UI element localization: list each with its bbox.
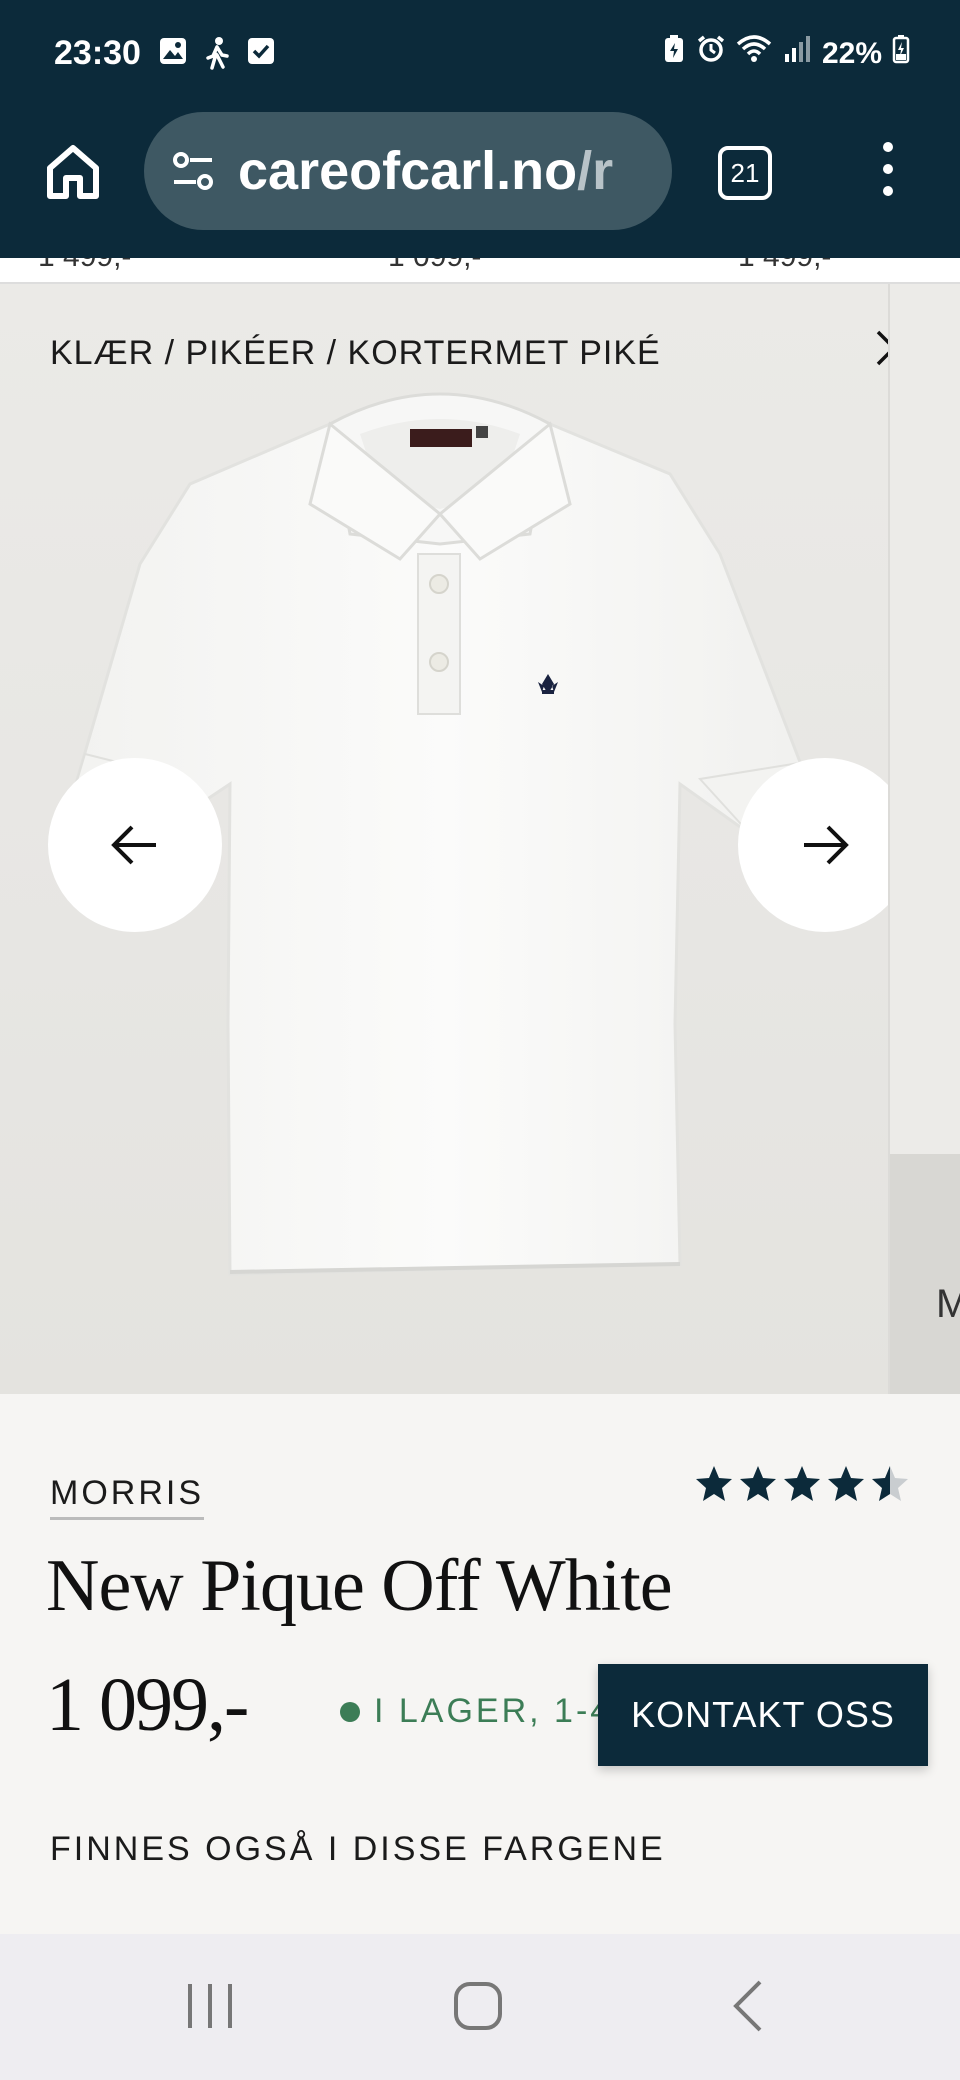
url-path: /r (577, 141, 614, 201)
star-icon (696, 1466, 732, 1501)
home-icon (47, 145, 99, 199)
alarm-icon (696, 34, 726, 73)
image-icon (158, 36, 188, 79)
walking-icon (202, 36, 232, 79)
next-image-button[interactable] (738, 758, 912, 932)
previous-row-prices: 1 499,- 1 099,- 1 499,- (0, 258, 960, 284)
other-colors-heading: FINNES OGSÅ I DISSE FARGENE (50, 1830, 666, 1868)
peek-text: M (936, 1282, 960, 1326)
product-price: 1 099,- (46, 1663, 249, 1747)
url-text: careofcarl.no/r (238, 140, 613, 202)
battery-percent: 22% (821, 36, 882, 70)
battery-icon (892, 34, 910, 73)
product-info: MORRIS New Pique Off White 1 099,- I LAG… (0, 1394, 960, 1934)
contact-us-button[interactable]: KONTAKT OSS (598, 1664, 928, 1766)
tab-switcher-button[interactable]: 21 (718, 146, 772, 200)
wifi-icon (736, 34, 772, 73)
arrow-left-icon (111, 825, 156, 865)
stock-text: I LAGER, 1-4 (374, 1692, 613, 1730)
prev-price: 1 499,- (38, 258, 131, 274)
system-navigation-bar (0, 1934, 960, 2080)
star-icon (740, 1466, 776, 1501)
status-icons-right: 22% (662, 34, 910, 73)
brand-link[interactable]: MORRIS (50, 1474, 204, 1520)
home-button[interactable] (42, 140, 104, 202)
battery-saver-icon (662, 34, 686, 73)
stock-dot-icon (340, 1701, 360, 1722)
star-icon (784, 1466, 820, 1501)
recent-apps-button[interactable] (180, 1976, 240, 2036)
back-button[interactable] (720, 1976, 780, 2036)
address-bar[interactable]: careofcarl.no/r (144, 112, 672, 230)
prev-price: 1 099,- (388, 258, 481, 274)
recent-apps-icon (188, 1984, 232, 2028)
arrow-right-icon (804, 825, 849, 865)
previous-image-button[interactable] (48, 758, 222, 932)
product-title: New Pique Off White (46, 1545, 673, 1627)
status-time: 23:30 (54, 34, 141, 72)
prev-price: 1 499,- (738, 258, 831, 274)
breadcrumb[interactable]: KLÆR / PIKÉER / KORTERMET PIKÉ (50, 334, 661, 373)
peek-floor (890, 1154, 960, 1394)
home-nav-button[interactable] (448, 1976, 508, 2036)
back-icon (733, 1980, 762, 2032)
stock-status: I LAGER, 1-4 (340, 1692, 612, 1731)
more-menu-icon[interactable] (876, 142, 900, 202)
star-icon (828, 1466, 864, 1501)
checkbox-icon (246, 36, 276, 79)
status-icons-left (158, 36, 276, 79)
browser-toolbar: careofcarl.no/r 21 (0, 112, 960, 258)
star-half-icon (872, 1466, 908, 1501)
next-image-peek[interactable]: M (888, 284, 960, 1394)
url-domain: careofcarl.no (238, 141, 578, 201)
status-bar: 23:30 22% (0, 0, 960, 112)
site-settings-icon[interactable] (170, 148, 216, 194)
product-gallery: KLÆR / PIKÉER / KORTERMET PIKÉ M (0, 284, 960, 1394)
signal-icon (782, 34, 812, 73)
rating-stars[interactable] (694, 1464, 910, 1504)
product-image: KLÆR / PIKÉER / KORTERMET PIKÉ (0, 284, 912, 1394)
home-nav-icon (454, 1982, 502, 2030)
